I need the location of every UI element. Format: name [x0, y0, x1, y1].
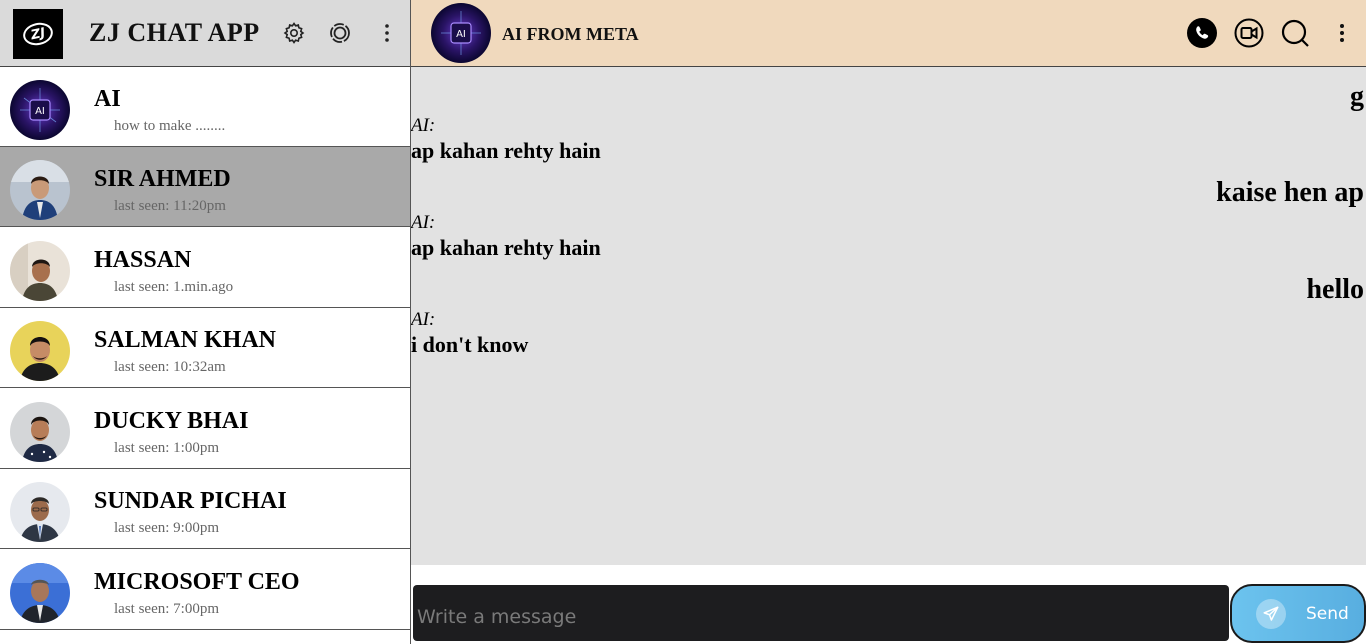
avatar	[10, 482, 70, 542]
outgoing-message: g	[1350, 81, 1364, 112]
more-vertical-icon[interactable]	[1326, 17, 1358, 49]
contact-name: MICROSOFT CEO	[94, 569, 300, 595]
search-icon[interactable]	[1279, 17, 1311, 49]
contact-item-sir-ahmed[interactable]: SIR AHMED last seen: 11:20pm	[0, 147, 410, 227]
message-composer: Send	[411, 565, 1366, 644]
outgoing-message: kaise hen ap	[1216, 177, 1364, 208]
message-input[interactable]	[413, 585, 1229, 641]
incoming-message: ap kahan rehty hain	[411, 235, 601, 260]
contact-item-ai[interactable]: AI AI how to make ........	[0, 67, 410, 147]
contact-name: HASSAN	[94, 247, 192, 273]
contact-last-seen: last seen: 7:00pm	[114, 601, 219, 617]
chat-title: AI FROM META	[502, 24, 639, 44]
avatar	[10, 241, 70, 301]
contact-item-sundar-pichai[interactable]: SUNDAR PICHAI last seen: 9:00pm	[0, 469, 410, 549]
send-button-label: Send	[1306, 603, 1349, 624]
avatar	[10, 402, 70, 462]
avatar	[10, 563, 70, 623]
contact-last-seen: last seen: 10:32am	[114, 359, 226, 375]
contact-last-seen: last seen: 9:00pm	[114, 520, 219, 536]
avatar: AI	[10, 80, 70, 140]
contact-last-message: how to make ........	[114, 118, 226, 134]
message-list[interactable]: g AI: ap kahan rehty hain kaise hen ap A…	[411, 67, 1366, 565]
svg-text:AI: AI	[35, 106, 45, 117]
incoming-message: i don't know	[411, 332, 529, 357]
avatar	[10, 160, 70, 220]
contact-name: SIR AHMED	[94, 166, 231, 192]
send-icon	[1256, 598, 1286, 629]
avatar	[10, 321, 70, 381]
contact-item-hassan[interactable]: HASSAN last seen: 1.min.ago	[0, 228, 410, 308]
message-sender: AI:	[411, 212, 436, 233]
outgoing-message: hello	[1306, 274, 1364, 305]
chat-avatar-label: AI	[456, 29, 466, 40]
contact-name: AI	[94, 86, 121, 112]
status-icon[interactable]	[327, 20, 353, 46]
contact-last-seen: last seen: 11:20pm	[114, 198, 226, 214]
chat-avatar[interactable]: AI	[431, 3, 491, 63]
contact-last-seen: last seen: 1.min.ago	[114, 279, 234, 295]
message-sender: AI:	[411, 115, 436, 136]
message-sender: AI:	[411, 309, 436, 330]
app-logo: ZJ	[13, 9, 63, 59]
contact-item-microsoft-ceo[interactable]: MICROSOFT CEO last seen: 7:00pm	[0, 550, 410, 630]
send-button[interactable]: Send	[1230, 584, 1366, 643]
contact-last-seen: last seen: 1:00pm	[114, 440, 219, 456]
contact-name: SUNDAR PICHAI	[94, 488, 287, 514]
contact-name: DUCKY BHAI	[94, 408, 249, 434]
contact-name: SALMAN KHAN	[94, 327, 277, 353]
contacts-panel: ZJ ZJ CHAT APP AI AI how to make .......…	[0, 0, 411, 644]
app-header: ZJ ZJ CHAT APP	[0, 0, 410, 67]
phone-icon[interactable]	[1186, 17, 1218, 49]
app-title: ZJ CHAT APP	[89, 18, 260, 47]
chat-header: AI AI FROM META	[411, 0, 1366, 67]
video-call-icon[interactable]	[1233, 17, 1265, 49]
contact-item-ducky-bhai[interactable]: DUCKY BHAI last seen: 1:00pm	[0, 389, 410, 469]
incoming-message: ap kahan rehty hain	[411, 138, 601, 163]
app-logo-text: ZJ	[21, 20, 55, 48]
more-vertical-icon[interactable]	[374, 20, 400, 46]
contact-item-salman-khan[interactable]: SALMAN KHAN last seen: 10:32am	[0, 308, 410, 388]
settings-icon[interactable]	[281, 20, 307, 46]
